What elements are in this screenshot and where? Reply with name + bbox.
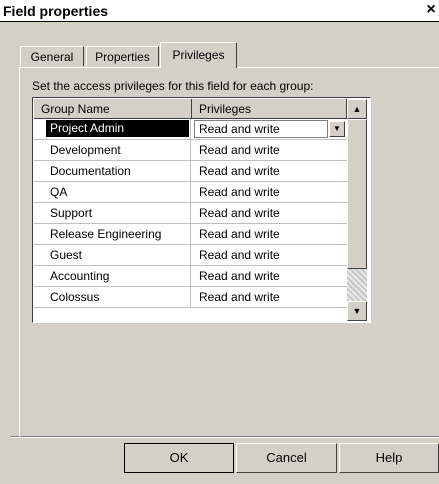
privileges-table: Group Name Privileges Project Admin Read…: [32, 97, 371, 323]
chevron-down-icon[interactable]: ▼: [329, 121, 345, 137]
group-cell: Colossus: [34, 287, 191, 307]
table-row[interactable]: Accounting Read and write: [34, 266, 347, 287]
privilege-cell: Read and write: [199, 185, 280, 199]
table-row[interactable]: Colossus Read and write: [34, 287, 347, 308]
tab-properties[interactable]: Properties: [86, 46, 159, 66]
table-row[interactable]: Guest Read and write: [34, 245, 347, 266]
privilege-cell: Read and write: [199, 164, 280, 178]
column-header-group-name[interactable]: Group Name: [34, 99, 192, 119]
column-header-privileges[interactable]: Privileges: [192, 99, 347, 119]
table-row[interactable]: Project Admin Read and write ▼: [34, 119, 347, 140]
scroll-up-icon[interactable]: ▲: [347, 99, 367, 119]
group-cell: Release Engineering: [34, 224, 191, 244]
table-row[interactable]: Release Engineering Read and write: [34, 224, 347, 245]
title-bar: Field properties ×: [0, 0, 439, 22]
close-icon[interactable]: ×: [423, 2, 439, 18]
group-cell: Guest: [34, 245, 191, 265]
vertical-scrollbar[interactable]: ▲ ▼: [347, 99, 367, 321]
ok-button[interactable]: OK: [124, 443, 234, 473]
group-cell: Development: [34, 140, 191, 160]
privilege-cell: Read and write: [199, 248, 280, 262]
privilege-cell: Read and write ▼: [192, 119, 347, 139]
privilege-dropdown[interactable]: Read and write: [194, 120, 328, 138]
help-button[interactable]: Help: [339, 443, 439, 473]
privilege-cell: Read and write: [199, 227, 280, 241]
group-cell: Accounting: [34, 266, 191, 286]
group-cell: Documentation: [34, 161, 191, 181]
tab-general[interactable]: General: [20, 46, 84, 66]
tab-privileges[interactable]: Privileges: [160, 42, 237, 68]
description-text: Set the access privileges for this field…: [32, 79, 314, 93]
group-name-selected: Project Admin: [46, 120, 189, 137]
table-row[interactable]: Documentation Read and write: [34, 161, 347, 182]
privilege-cell: Read and write: [199, 143, 280, 157]
group-cell: QA: [34, 182, 191, 202]
cancel-button[interactable]: Cancel: [236, 443, 337, 473]
privilege-cell: Read and write: [199, 269, 280, 283]
table-row[interactable]: Development Read and write: [34, 140, 347, 161]
group-cell: Support: [34, 203, 191, 223]
privilege-cell: Read and write: [199, 290, 280, 304]
scroll-down-icon[interactable]: ▼: [347, 301, 367, 321]
table-row[interactable]: Support Read and write: [34, 203, 347, 224]
scrollbar-thumb[interactable]: [347, 119, 367, 269]
dialog-title: Field properties: [3, 3, 109, 19]
table-row[interactable]: QA Read and write: [34, 182, 347, 203]
group-cell: Project Admin: [34, 119, 191, 139]
privilege-cell: Read and write: [199, 206, 280, 220]
